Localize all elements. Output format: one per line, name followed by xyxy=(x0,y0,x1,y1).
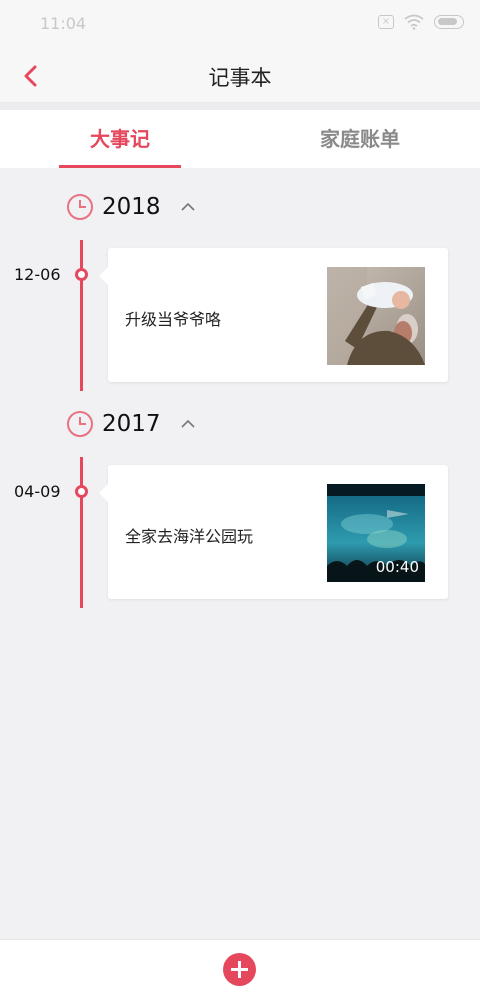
bottom-bar xyxy=(0,939,480,997)
year-label: 2018 xyxy=(102,194,161,220)
video-duration: 00:40 xyxy=(375,558,419,576)
chevron-up-icon[interactable] xyxy=(180,419,195,429)
tab-milestones[interactable]: 大事记 xyxy=(0,110,240,168)
chevron-up-icon[interactable] xyxy=(180,202,195,212)
timeline-dot xyxy=(75,485,88,498)
timeline-entry-card[interactable]: 升级当爷爷咯 xyxy=(99,248,448,382)
clock-icon xyxy=(67,194,93,220)
entry-text: 全家去海洋公园玩 xyxy=(125,527,254,546)
entry-video-thumbnail[interactable]: 00:40 xyxy=(327,484,425,582)
entry-date: 04-09 xyxy=(14,482,61,501)
year-header-2017[interactable]: 2017 xyxy=(66,410,195,438)
timeline-entry-card[interactable]: 全家去海洋公园玩 00:40 xyxy=(99,465,448,599)
entry-text: 升级当爷爷咯 xyxy=(125,310,222,329)
wifi-icon xyxy=(404,14,424,30)
header-divider xyxy=(0,102,480,110)
year-label: 2017 xyxy=(102,411,161,437)
add-icon[interactable] xyxy=(223,953,256,986)
grandfather-lifting-baby-photo xyxy=(327,267,425,365)
year-header-2018[interactable]: 2018 xyxy=(66,193,195,221)
status-time: 11:04 xyxy=(40,14,87,33)
entry-date: 12-06 xyxy=(14,265,61,284)
clock-icon xyxy=(67,411,93,437)
timeline-line xyxy=(80,240,83,391)
timeline-line xyxy=(80,457,83,608)
battery-icon xyxy=(434,15,464,29)
status-icons: × xyxy=(378,14,464,30)
no-sim-icon: × xyxy=(378,15,394,29)
timeline-dot xyxy=(75,268,88,281)
status-bar: 11:04 × xyxy=(0,0,480,50)
entry-photo-thumbnail[interactable] xyxy=(327,267,425,365)
tab-family-bills[interactable]: 家庭账单 xyxy=(240,110,480,168)
tab-bar: 大事记 家庭账单 xyxy=(0,110,480,168)
page-title: 记事本 xyxy=(208,66,272,90)
app-header: 记事本 xyxy=(0,50,480,102)
